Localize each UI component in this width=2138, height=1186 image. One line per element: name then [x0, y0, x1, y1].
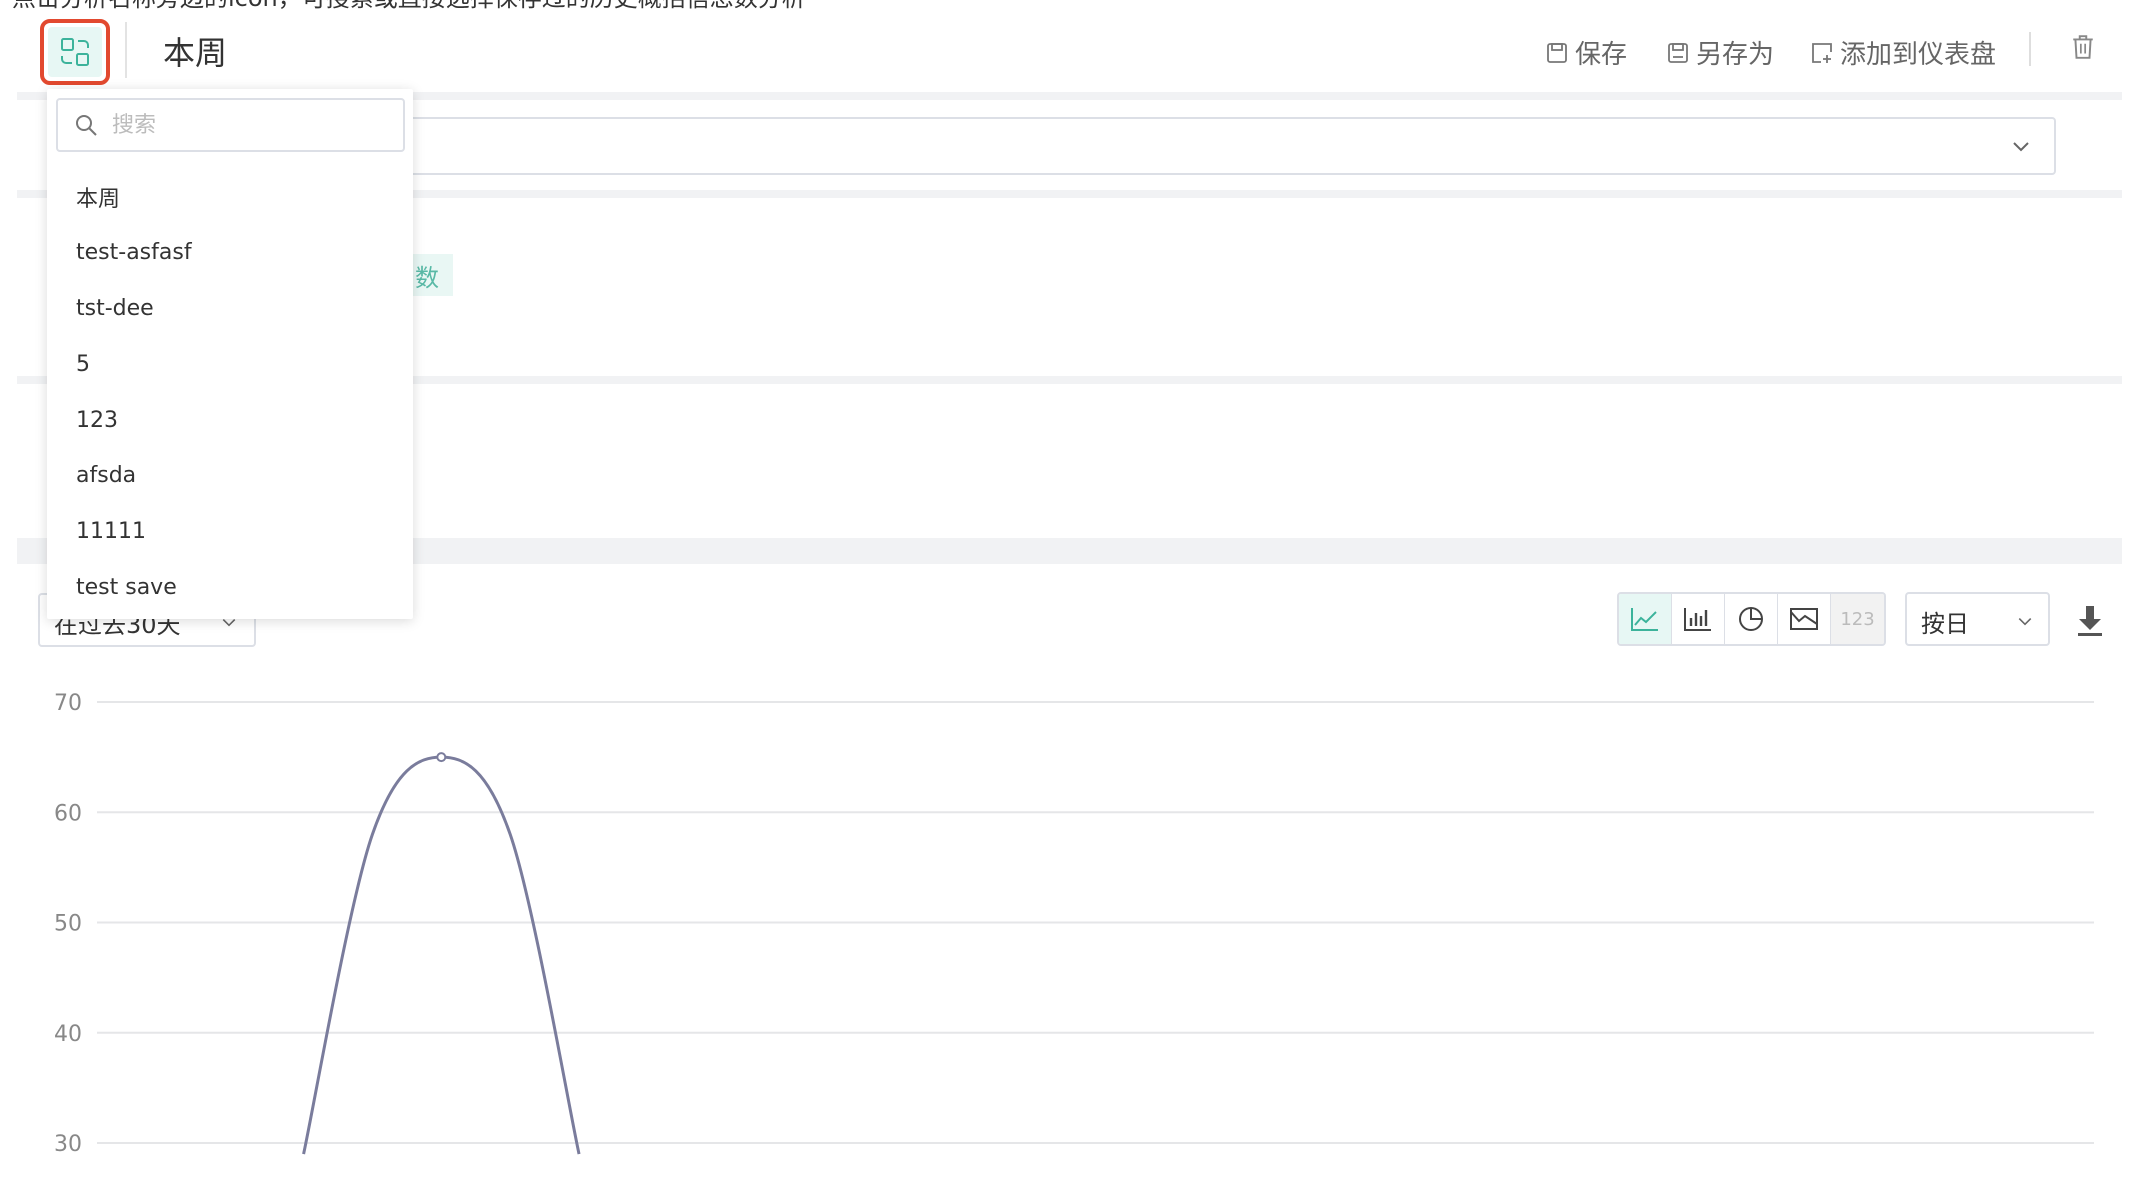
chart-type-area[interactable] — [1778, 594, 1831, 644]
saved-analysis-list: 本周 test-asfasf tst-dee 5 123 afsda 11111 test s… — [47, 169, 413, 615]
y-tick-label: 60 — [54, 801, 82, 826]
line-chart: 30 40 50 60 70 — [54, 691, 2094, 1157]
download-icon — [2078, 606, 2102, 636]
saved-analysis-item[interactable]: 11111 — [47, 504, 413, 560]
add-dashboard-icon — [1812, 42, 1832, 63]
pie-chart-icon — [1739, 607, 1763, 631]
granularity-value: 按日 — [1921, 610, 1969, 638]
saved-analysis-item[interactable]: tst-dee — [47, 281, 413, 337]
save-as-icon — [1668, 42, 1688, 63]
save-as-label: 另存为 — [1696, 40, 1775, 70]
saved-analysis-item[interactable]: 123 — [47, 392, 413, 448]
analysis-header: 本周 保存 另存为 添加到仪表盘 — [0, 0, 2138, 95]
search-icon — [76, 115, 97, 136]
line-chart-icon — [1631, 608, 1658, 631]
y-tick-label: 50 — [54, 912, 82, 937]
saved-analysis-dropdown: 本周test-asfasftst-dee5123afsda11111test s… — [47, 89, 413, 619]
add-to-dashboard-button[interactable]: 添加到仪表盘 — [1810, 34, 1996, 71]
dropdown-search — [56, 98, 405, 152]
save-label: 保存 — [1575, 40, 1628, 70]
search-input[interactable] — [112, 112, 382, 138]
saved-analysis-item[interactable]: afsda — [47, 448, 413, 504]
chart-type-switcher: 123 — [1617, 592, 1886, 646]
title-divider — [125, 22, 127, 78]
saved-analysis-item[interactable]: 本周 — [47, 169, 413, 225]
add-dashboard-label: 添加到仪表盘 — [1840, 40, 1997, 70]
chevron-down-icon — [2018, 617, 2032, 626]
series-line — [302, 755, 581, 1155]
save-button[interactable]: 保存 — [1545, 34, 1627, 71]
chart-type-bar[interactable] — [1672, 594, 1725, 644]
chevron-down-icon — [2013, 142, 2029, 152]
saved-analysis-item[interactable]: test-asfasf — [47, 225, 413, 281]
chart-type-pie[interactable] — [1725, 594, 1778, 644]
save-icon — [1547, 42, 1567, 63]
granularity-select[interactable]: 按日 — [1905, 592, 2050, 646]
y-tick-label: 70 — [54, 691, 82, 716]
y-tick-label: 30 — [54, 1132, 82, 1157]
bar-chart-icon — [1684, 608, 1711, 631]
saved-analysis-item[interactable]: 5 — [47, 336, 413, 392]
saved-analysis-item[interactable]: test save — [47, 560, 413, 616]
trash-icon — [2073, 35, 2093, 59]
event-select[interactable] — [400, 117, 2056, 175]
chart-type-line[interactable] — [1619, 594, 1672, 644]
chart-type-number[interactable]: 123 — [1831, 594, 1884, 644]
y-tick-label: 40 — [54, 1022, 82, 1047]
switch-analysis-icon — [61, 38, 89, 66]
page-title: 本周 — [163, 34, 228, 72]
area-chart-icon — [1790, 608, 1818, 630]
switch-analysis-button[interactable] — [40, 19, 110, 85]
data-point[interactable] — [436, 752, 447, 763]
actions-divider — [2029, 32, 2031, 66]
save-as-button[interactable]: 另存为 — [1666, 34, 1774, 71]
delete-button[interactable] — [2070, 34, 2096, 60]
download-button[interactable] — [2075, 604, 2105, 642]
